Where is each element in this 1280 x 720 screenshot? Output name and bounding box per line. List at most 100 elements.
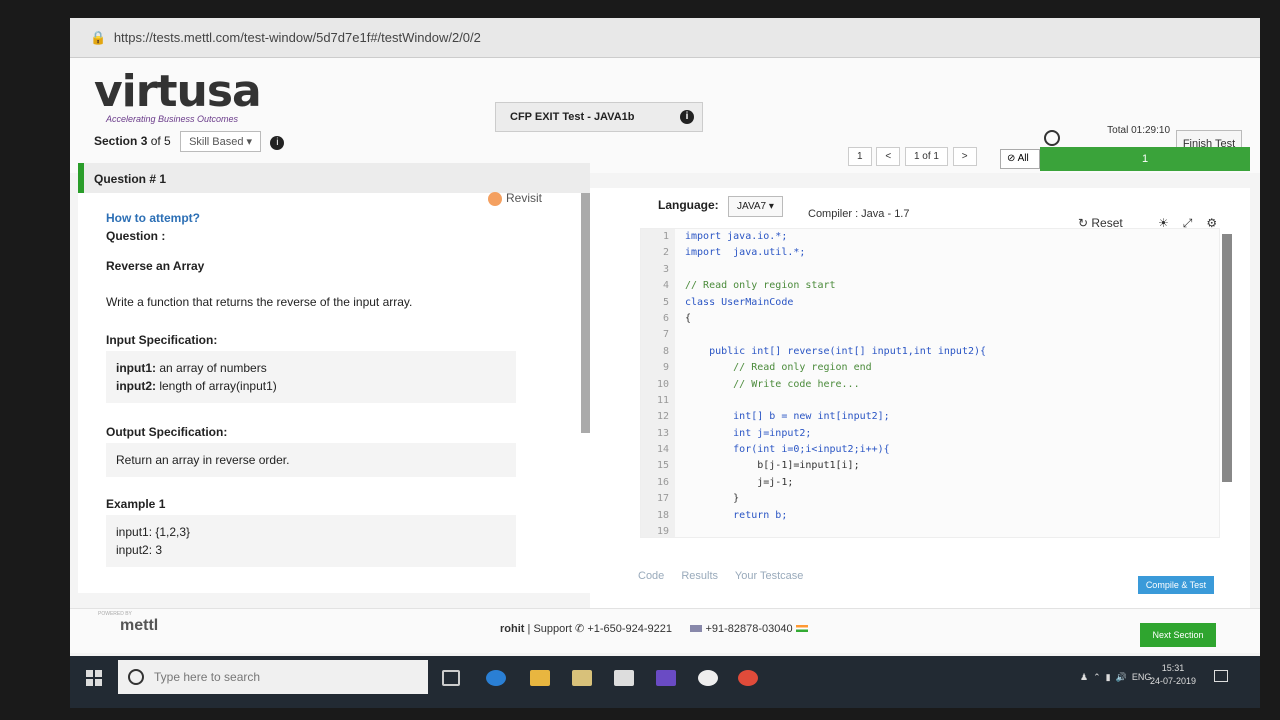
tab-results[interactable]: Results (681, 570, 718, 582)
line-number: 15 (656, 460, 669, 472)
support-label: Support (533, 623, 572, 635)
line-number: 1 (662, 231, 669, 242)
volume-icon[interactable]: 🔊 (1116, 672, 1127, 682)
tab-code[interactable]: Code (638, 570, 664, 582)
question-name: Reverse an Array (106, 259, 205, 273)
language-value: JAVA7 (737, 201, 767, 212)
cortana-icon (128, 669, 144, 685)
language-label: Language: (658, 198, 719, 212)
chrome-icon[interactable] (738, 670, 758, 686)
tagline: Accelerating Business Outcomes (106, 114, 239, 124)
taskbar: Type here to search ♟ ⌃ ▮ 🔊 ENG 15:31 24… (70, 656, 1260, 708)
task-view-icon[interactable] (442, 670, 460, 686)
code-line: for(int i=0;i<input2;i++){ (685, 444, 890, 456)
compiler-label: Compiler : Java - 1.7 (808, 208, 910, 220)
revisit-button[interactable]: Revisit (488, 191, 542, 206)
next-section-button[interactable]: Next Section (1140, 623, 1216, 647)
test-name: CFP EXIT Test - JAVA1b (510, 111, 635, 123)
line-number: 10 (656, 378, 669, 390)
code-editor[interactable]: 1 2 3 4 5 6 7 8 9 10 11 12 13 14 15 16 17 18 19 import jav… (640, 228, 1220, 538)
address-bar[interactable]: 🔒 https://tests.mettl.com/test-window/5d… (70, 18, 1260, 58)
question-progress[interactable]: 1 (1040, 147, 1250, 171)
line-number: 4 (662, 280, 669, 292)
page-number[interactable]: 1 (848, 147, 872, 166)
edge-icon[interactable] (486, 670, 506, 686)
system-tray: ♟ ⌃ ▮ 🔊 ENG (1080, 672, 1151, 683)
code-line: return b; (685, 509, 788, 521)
url-text: https://tests.mettl.com/test-window/5d7d… (113, 30, 481, 45)
code-line: b[j-1]=input1[i]; (685, 460, 860, 472)
code-line: { (685, 312, 692, 324)
code-line: class UserMainCode (685, 296, 794, 308)
test-name-box: CFP EXIT Test - JAVA1b i (495, 102, 703, 132)
india-flag-icon (795, 625, 808, 632)
line-number: 2 (662, 247, 669, 259)
question-label: Question : (106, 229, 166, 243)
footer: POWERED BY mettl rohit | Support ✆ +1-65… (70, 608, 1260, 653)
tab-testcase[interactable]: Your Testcase (735, 570, 804, 582)
line-number: 14 (656, 444, 669, 456)
code-line: // Read only region start (685, 280, 836, 292)
code-line: j=j-1; (685, 476, 794, 488)
editor-panel: Language: JAVA7 ▾ Compiler : Java - 1.7 … (590, 188, 1250, 608)
line-gutter: 1 2 3 4 5 6 7 8 9 10 11 12 13 14 15 16 17 18 19 (641, 229, 675, 537)
battery-icon[interactable]: ▮ (1106, 672, 1111, 682)
taskbar-clock[interactable]: 15:31 24-07-2019 (1150, 662, 1196, 688)
line-number: 17 (656, 493, 669, 505)
notification-icon[interactable] (1214, 670, 1228, 682)
clock-time: 15:31 (1161, 663, 1185, 673)
line-number: 8 (662, 345, 669, 357)
line-number: 13 (656, 427, 669, 439)
input1-label: input1: (116, 361, 156, 375)
editor-tabs: Code Results Your Testcase (638, 570, 817, 582)
page-of: 1 of 1 (904, 147, 948, 166)
prev-button[interactable]: < (876, 147, 901, 166)
question-title: Question # 1 (78, 163, 590, 193)
app-icon[interactable] (698, 670, 718, 686)
file-explorer-icon[interactable] (530, 670, 550, 686)
store-icon[interactable] (572, 670, 592, 686)
example-title: Example 1 (106, 497, 166, 511)
revisit-label: Revisit (506, 191, 543, 205)
info-icon[interactable]: i (680, 110, 694, 124)
code-line: public int[] reverse(int[] input1,int in… (685, 345, 987, 357)
editor-scrollbar[interactable] (1222, 234, 1232, 482)
all-label: All (1017, 153, 1029, 164)
compile-test-button[interactable]: Compile & Test (1138, 576, 1214, 594)
language-row: Language: JAVA7 ▾ (658, 196, 783, 217)
code-line: import java.util.*; (685, 247, 806, 259)
mail-icon[interactable] (614, 670, 634, 686)
total-time: Total 01:29:10 (1107, 125, 1170, 136)
line-number: 16 (656, 476, 669, 488)
search-placeholder: Type here to search (154, 670, 261, 684)
phone-icon: ✆ (575, 623, 585, 635)
tray-chevron-icon[interactable]: ⌃ (1093, 672, 1101, 682)
language-select[interactable]: JAVA7 ▾ (728, 196, 783, 217)
windows-start-icon[interactable] (86, 670, 102, 686)
lock-icon: 🔒 (90, 30, 107, 45)
all-filter-button[interactable]: ⊘ All (1000, 149, 1040, 169)
support-user: rohit (500, 623, 525, 635)
input2-label: input2: (116, 379, 156, 393)
teams-icon[interactable] (656, 670, 676, 686)
line-number: 3 (662, 263, 669, 275)
example-input1: input1: {1,2,3} (116, 525, 191, 539)
code-line: import java.io.*; (685, 231, 788, 242)
taskbar-search[interactable]: Type here to search (118, 660, 428, 694)
input1-text: an array of numbers (159, 361, 267, 375)
input-spec-title: Input Specification: (106, 333, 218, 347)
people-icon[interactable]: ♟ (1080, 672, 1088, 682)
next-button[interactable]: > (952, 147, 977, 166)
language-indicator[interactable]: ENG (1132, 672, 1152, 682)
line-number: 18 (656, 509, 669, 521)
output-spec-title: Output Specification: (106, 425, 228, 439)
output-spec-box: Return an array in reverse order. (106, 443, 516, 477)
how-to-attempt-link[interactable]: How to attempt? (106, 211, 200, 225)
line-number: 11 (656, 394, 669, 406)
code-lines[interactable]: import java.io.*; import java.util.*; // R… (685, 229, 986, 540)
us-flag-icon (690, 625, 703, 632)
mettl-logo: mettl (120, 617, 159, 634)
code-line: int j=input2; (685, 427, 812, 439)
